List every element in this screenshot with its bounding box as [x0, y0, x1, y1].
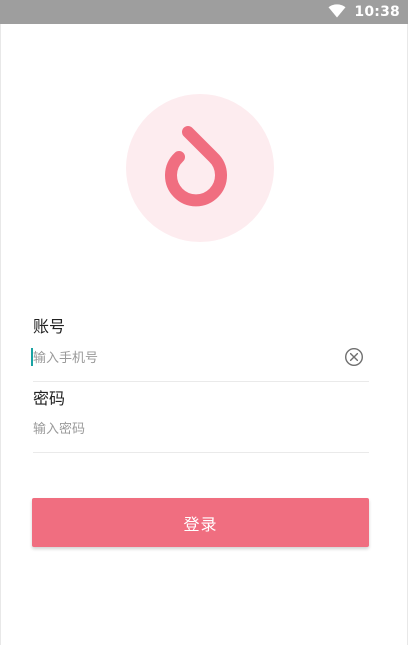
clear-icon [344, 347, 364, 367]
clear-button[interactable] [344, 347, 364, 367]
app-logo [126, 94, 274, 242]
frame-border-left [0, 24, 1, 645]
login-button[interactable]: 登录 [32, 498, 369, 547]
password-label: 密码 [33, 389, 66, 408]
login-screen: 10:38 账号 密码 登录 [0, 0, 408, 645]
wifi-icon [328, 3, 346, 22]
password-input[interactable] [33, 419, 333, 439]
account-label: 账号 [33, 317, 66, 336]
phone-divider [33, 381, 369, 382]
status-bar-right: 10:38 [328, 0, 400, 24]
phone-input[interactable] [33, 348, 333, 368]
status-time: 10:38 [354, 4, 400, 20]
drop-logo-icon [165, 126, 227, 207]
password-divider [33, 452, 369, 453]
status-bar: 10:38 [0, 0, 408, 24]
